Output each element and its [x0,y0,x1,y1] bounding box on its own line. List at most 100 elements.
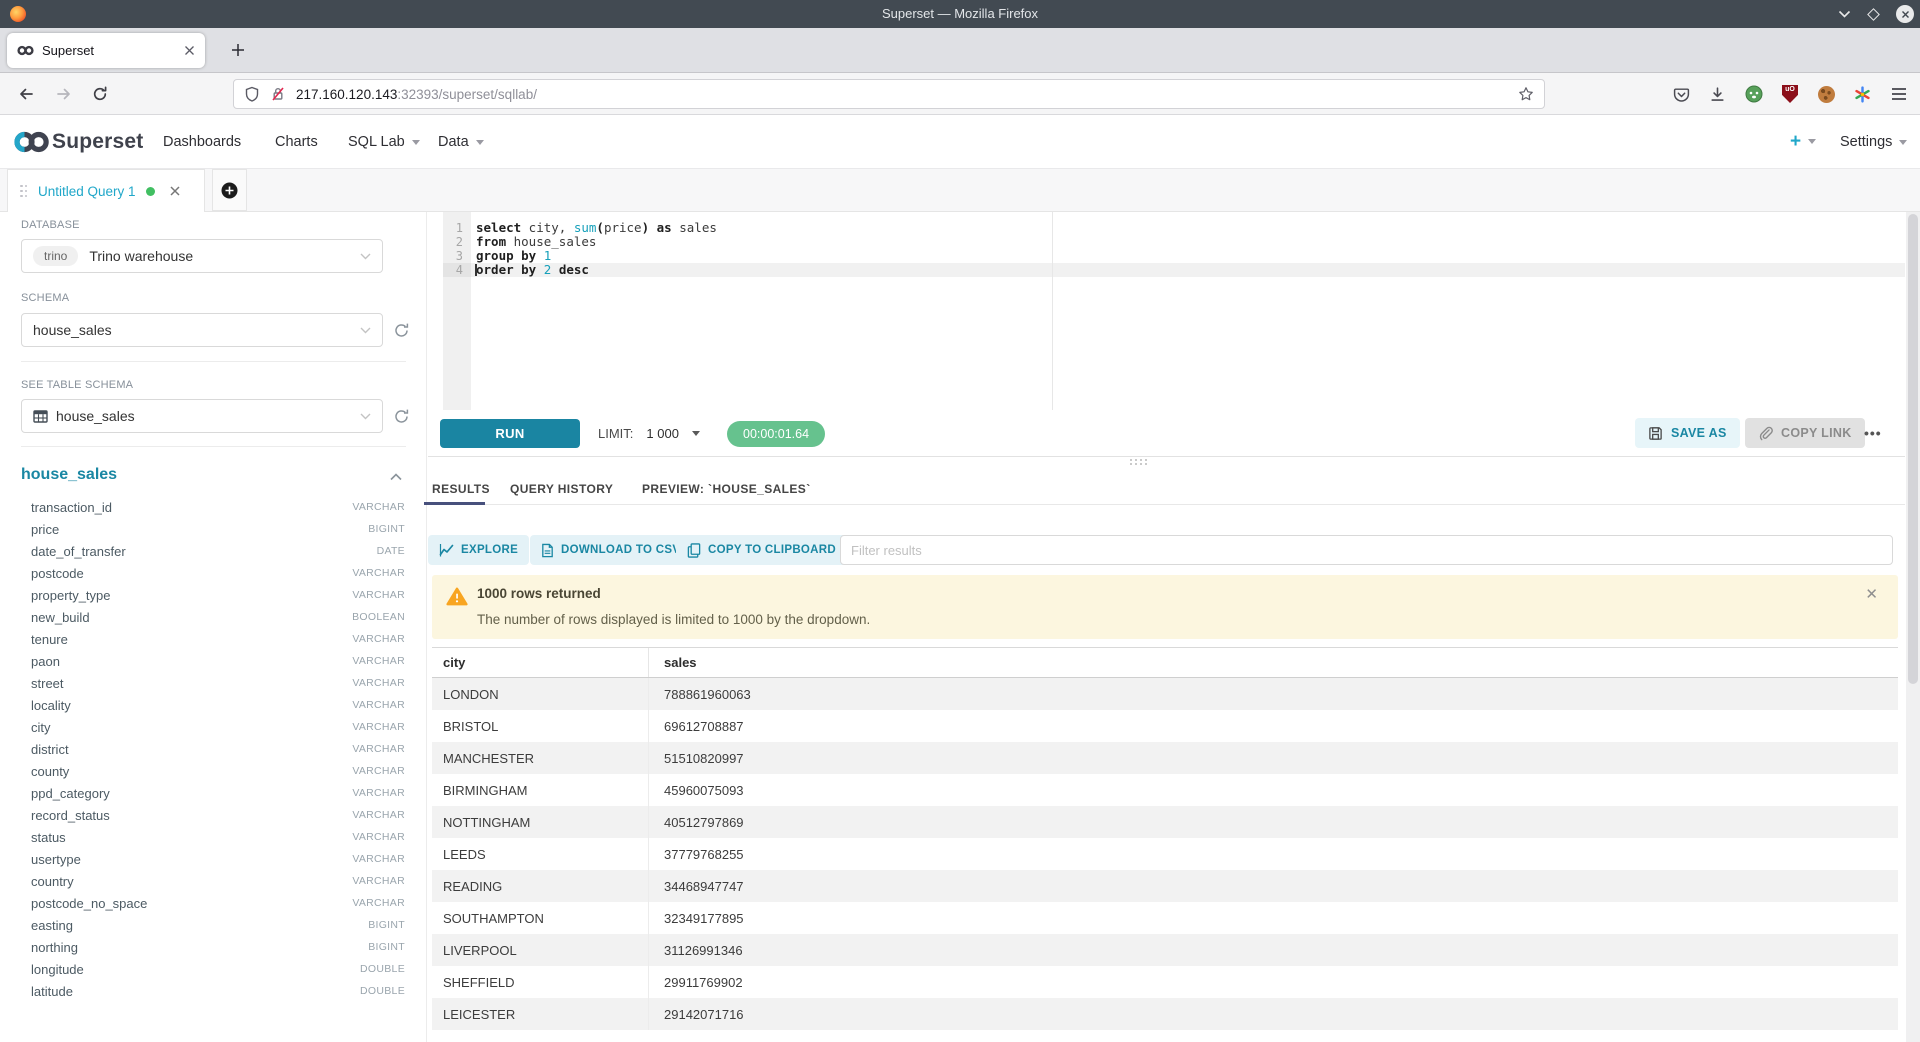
alert-body: The number of rows displayed is limited … [477,612,870,627]
colorful-asterisk-icon [1854,86,1871,103]
schema-column-row: usertype VARCHAR [21,848,405,870]
scrollbar-track[interactable] [1906,212,1920,1042]
column-type: VARCHAR [352,765,405,777]
explore-button[interactable]: EXPLORE [428,535,529,565]
add-query-tab-button[interactable] [212,169,247,211]
window-minimize-button[interactable] [1838,0,1851,28]
nav-add-button[interactable]: + [1790,115,1816,169]
cookie-extension-button[interactable] [1817,85,1835,103]
nav-item-charts[interactable]: Charts [275,115,318,169]
column-type: VARCHAR [352,853,405,865]
table-row: LONDON 788861960063 [432,678,1898,710]
multi-account-extension-button[interactable] [1853,85,1871,103]
sidebar-divider [21,446,406,447]
cell-city: SHEFFIELD [432,975,648,990]
window-titlebar: Superset — Mozilla Firefox [0,0,1920,28]
caret-down-icon [692,431,700,436]
copy-to-clipboard-button[interactable]: COPY TO CLIPBOARD [676,535,847,565]
cookie-icon [1818,86,1835,103]
filter-results-input[interactable] [840,535,1893,565]
download-csv-button[interactable]: DOWNLOAD TO CSV [530,535,691,565]
column-name: northing [31,940,78,955]
caret-down-icon [476,140,484,145]
column-name: district [31,742,69,757]
cell-city: LIVERPOOL [432,943,648,958]
scrollbar-thumb[interactable] [1908,214,1918,684]
table-row: LEEDS 37779768255 [432,838,1898,870]
menu-button[interactable] [1890,85,1908,103]
tab-query-history[interactable]: QUERY HISTORY [510,477,613,501]
more-actions-button[interactable]: ••• [1864,418,1882,448]
back-icon[interactable] [18,86,34,102]
schema-columns-list: transaction_id VARCHAR price BIGINT date… [21,496,405,1002]
browser-tab[interactable]: Superset [7,33,205,68]
column-name: latitude [31,984,73,999]
run-button[interactable]: RUN [440,419,580,448]
column-type: VARCHAR [352,501,405,513]
column-type: DOUBLE [360,963,405,975]
schema-select[interactable]: house_sales [21,313,383,347]
table-row: SHEFFIELD 29911769902 [432,966,1898,998]
reload-icon[interactable] [92,86,108,102]
query-tab-active[interactable]: Untitled Query 1 [7,169,205,212]
refresh-schema-icon[interactable] [393,322,410,339]
chevron-down-icon [360,413,371,420]
resize-handle-icon[interactable] [1130,459,1146,465]
column-name: record_status [31,808,110,823]
insecure-lock-icon[interactable] [270,86,286,102]
query-tab-close-icon[interactable] [169,185,181,197]
save-as-button[interactable]: SAVE AS [1635,418,1740,448]
nav-item-sql-lab[interactable]: SQL Lab [348,115,420,169]
table-select[interactable]: house_sales [21,399,383,433]
privacy-extension-button[interactable] [1745,85,1763,103]
alert-title: 1000 rows returned [477,586,601,601]
limit-dropdown[interactable]: LIMIT: 1 000 [598,419,700,448]
drag-handle-icon[interactable] [20,185,27,198]
ublock-shield-icon: uO [1782,85,1798,103]
sqllab-sidebar: DATABASE trino Trino warehouse SCHEMA ho… [0,212,427,1042]
collapse-chevron-up-icon[interactable] [390,473,402,481]
new-tab-button[interactable] [228,40,248,60]
new-tab-icon [231,43,245,57]
superset-favicon [17,45,34,56]
tab-close-icon[interactable] [184,45,195,56]
downloads-button[interactable] [1708,85,1726,103]
forward-icon[interactable] [56,86,72,102]
tab-preview-house-sales[interactable]: PREVIEW: `HOUSE_SALES` [642,477,811,501]
tabs-border [428,504,1905,505]
window-close-button[interactable] [1896,0,1914,28]
schema-column-row: new_build BOOLEAN [21,606,405,628]
url-bar[interactable]: 217.160.120.143:32393/superset/sqllab/ [233,79,1545,109]
schema-value: house_sales [33,322,112,338]
table-row: BIRMINGHAM 45960075093 [432,774,1898,806]
schema-column-row: locality VARCHAR [21,694,405,716]
bookmark-star-icon[interactable] [1518,86,1534,102]
editor-code[interactable]: select city, sum(price) as salesfrom hou… [471,212,1905,410]
browser-tab-title: Superset [42,43,184,58]
tab-results[interactable]: RESULTS [432,477,490,501]
pocket-button[interactable] [1672,85,1690,103]
cell-city: SOUTHAMPTON [432,911,648,926]
screen: Superset — Mozilla Firefox Superset [0,0,1920,1042]
refresh-table-icon[interactable] [393,408,410,425]
window-maximize-button[interactable] [1869,0,1878,28]
alert-close-button[interactable]: ✕ [1865,585,1878,603]
column-header-city[interactable]: city [432,655,648,670]
schema-column-row: postcode_no_space VARCHAR [21,892,405,914]
database-select[interactable]: trino Trino warehouse [21,239,383,273]
database-type-tag: trino [33,246,78,266]
rows-returned-alert: 1000 rows returned The number of rows di… [432,575,1898,639]
nav-item-data[interactable]: Data [438,115,484,169]
table-row: MANCHESTER 51510820997 [432,742,1898,774]
ublock-extension-button[interactable]: uO [1781,85,1799,103]
cell-sales: 34468947747 [648,870,1898,902]
column-name: postcode_no_space [31,896,147,911]
nav-settings-menu[interactable]: Settings [1840,115,1907,169]
cell-sales: 788861960063 [648,678,1898,710]
nav-item-dashboards[interactable]: Dashboards [163,115,241,169]
copy-link-button[interactable]: COPY LINK [1745,418,1865,448]
table-row: BRISTOL 69612708887 [432,710,1898,742]
column-header-sales[interactable]: sales [648,648,1898,677]
tracking-shield-icon[interactable] [244,86,260,102]
column-type: VARCHAR [352,567,405,579]
